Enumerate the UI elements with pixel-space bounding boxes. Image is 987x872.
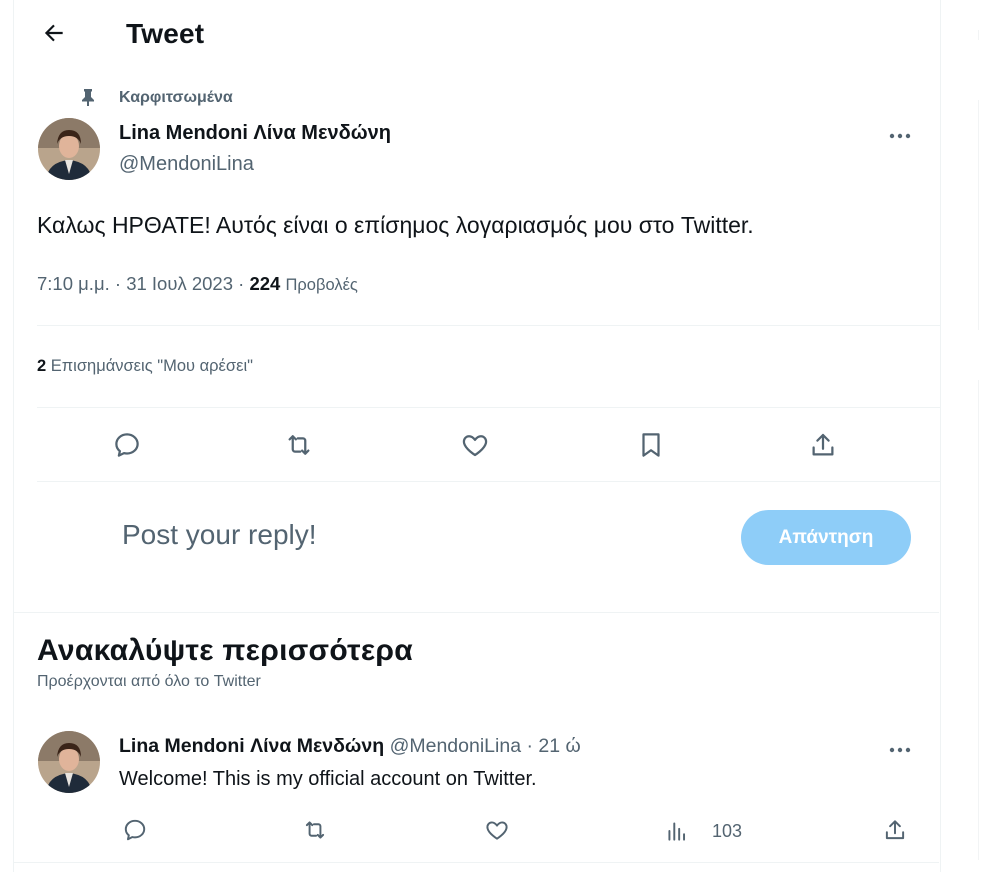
- tweet-text: Καλως ΗΡΘΑΤΕ! Αυτός είναι ο επίσημος λογ…: [37, 212, 754, 238]
- tweet-text: Welcome! This is my official account on …: [119, 768, 537, 790]
- views-label: Προβολές: [285, 276, 358, 294]
- separator: ·: [526, 735, 533, 757]
- views-count: 103: [712, 821, 743, 841]
- back-button[interactable]: [41, 20, 67, 46]
- divider: [37, 481, 941, 482]
- reply-input[interactable]: Post your reply!: [122, 519, 317, 551]
- reply-button[interactable]: [112, 430, 142, 460]
- tweet-meta: 7:10 μ.μ. · 31 Ιουλ 2023 · 224 Προβολές: [37, 273, 358, 294]
- likes-count: 2: [37, 357, 47, 375]
- discover-title: Ανακαλύψτε περισσότερα: [37, 634, 413, 667]
- retweet-button[interactable]: [302, 817, 328, 843]
- share-button[interactable]: [882, 817, 908, 843]
- more-options-button[interactable]: [886, 742, 914, 753]
- right-sidebar-edge: [958, 0, 987, 872]
- share-icon: [885, 820, 905, 840]
- divider: [37, 325, 941, 326]
- share-icon: [812, 433, 834, 456]
- like-icon: [462, 435, 488, 457]
- bookmark-icon: [642, 433, 660, 457]
- reply-button[interactable]: [122, 817, 148, 843]
- share-button[interactable]: [808, 430, 838, 460]
- tweet-time[interactable]: 7:10 μ.μ.: [37, 273, 110, 294]
- like-icon: [486, 821, 508, 840]
- tweet-time[interactable]: 21 ώ: [538, 735, 580, 757]
- author-handle[interactable]: @MendoniLina: [390, 735, 521, 757]
- pin-icon: [80, 88, 96, 106]
- likes-label: Επισημάνσεις "Μου αρέσει": [50, 357, 253, 375]
- reply-icon: [115, 433, 139, 457]
- bookmark-button[interactable]: [636, 430, 666, 460]
- tweet-date[interactable]: 31 Ιουλ 2023: [126, 273, 233, 294]
- views-button[interactable]: [664, 818, 690, 844]
- more-options-button[interactable]: [886, 128, 914, 139]
- author-name[interactable]: Lina Mendoni Λίνα Μενδώνη: [119, 735, 384, 757]
- more-horizontal-icon: [889, 747, 911, 753]
- like-button[interactable]: [460, 430, 490, 460]
- divider: [37, 407, 941, 408]
- page-title: Tweet: [126, 18, 205, 49]
- more-horizontal-icon: [889, 133, 911, 139]
- tweet-header: Lina Mendoni Λίνα Μενδώνη @MendoniLina ·…: [119, 735, 581, 758]
- views-count: 224: [249, 273, 281, 294]
- divider: [13, 862, 939, 863]
- reply-submit-button[interactable]: Απάντηση: [741, 510, 911, 565]
- retweet-icon: [288, 435, 310, 455]
- retweet-icon: [305, 821, 325, 839]
- avatar[interactable]: [38, 731, 100, 793]
- author-name[interactable]: Lina Mendoni Λίνα Μενδώνη: [119, 122, 391, 145]
- likes-summary[interactable]: 2 Επισημάνσεις "Μου αρέσει": [37, 357, 253, 376]
- analytics-icon: [668, 822, 686, 841]
- avatar[interactable]: [38, 118, 100, 180]
- pinned-label: Καρφιτσωμένα: [119, 89, 233, 106]
- author-handle[interactable]: @MendoniLina: [119, 153, 254, 176]
- discover-subtitle: Προέρχονται από όλο το Twitter: [37, 673, 261, 690]
- retweet-button[interactable]: [284, 430, 314, 460]
- like-button[interactable]: [484, 817, 510, 843]
- arrow-left-icon: [44, 24, 63, 42]
- reply-icon: [124, 819, 146, 841]
- section-divider: [13, 612, 939, 613]
